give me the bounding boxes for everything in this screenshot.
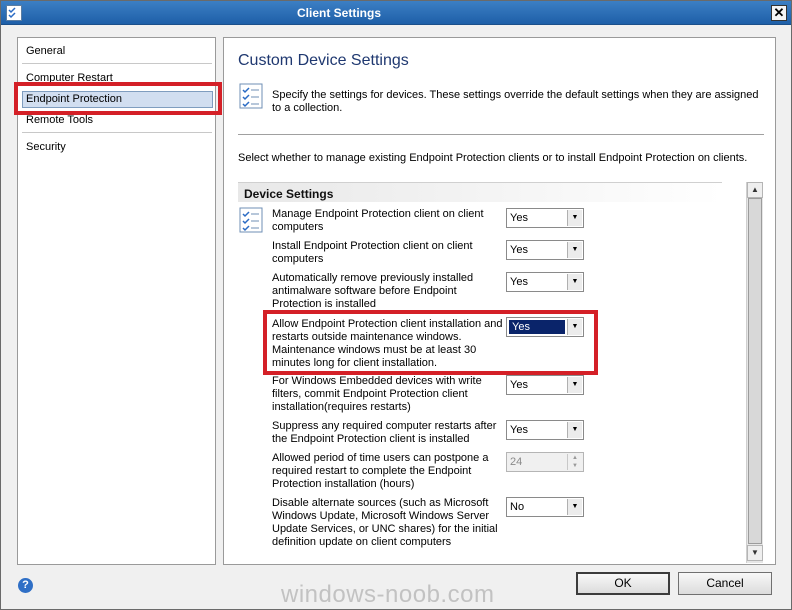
- manage-ep-client-dropdown[interactable]: Yes ▼: [506, 208, 584, 228]
- install-ep-client-dropdown[interactable]: Yes ▼: [506, 240, 584, 260]
- scroll-up-icon[interactable]: ▲: [747, 182, 763, 198]
- dropdown-value: Yes: [510, 212, 528, 224]
- remove-antimalware-dropdown[interactable]: Yes ▼: [506, 272, 584, 292]
- highlight-box-setting: [263, 310, 598, 375]
- nav-item-remote-tools[interactable]: Remote Tools: [26, 114, 93, 126]
- scroll-thumb[interactable]: [748, 198, 762, 544]
- highlight-box-nav: [14, 82, 222, 115]
- suppress-restarts-dropdown[interactable]: Yes ▼: [506, 420, 584, 440]
- chevron-down-icon[interactable]: ▼: [567, 210, 582, 226]
- chevron-down-icon[interactable]: ▼: [567, 242, 582, 258]
- page-title: Custom Device Settings: [238, 52, 409, 69]
- watermark: windows-noob.com: [281, 581, 495, 608]
- nav-item-general[interactable]: General: [26, 45, 65, 57]
- settings-doc-icon: [238, 82, 266, 110]
- windows-embedded-dropdown[interactable]: Yes ▼: [506, 375, 584, 395]
- chevron-down-icon[interactable]: ▼: [567, 422, 582, 438]
- title-bar[interactable]: Client Settings ✕: [1, 1, 791, 25]
- scroll-down-icon[interactable]: ▼: [747, 545, 763, 561]
- dropdown-value: Yes: [510, 424, 528, 436]
- dropdown-value: Yes: [510, 379, 528, 391]
- setting-label: Automatically remove previously installe…: [272, 272, 474, 310]
- cancel-button[interactable]: Cancel: [678, 572, 772, 595]
- chevron-down-icon[interactable]: ▼: [567, 377, 582, 393]
- settings-nav: General Computer Restart Endpoint Protec…: [17, 37, 216, 565]
- dropdown-value: Yes: [510, 276, 528, 288]
- stepper-value: 24: [510, 456, 523, 468]
- settings-panel: Custom Device Settings Specify the setti…: [223, 37, 776, 565]
- chevron-down-icon[interactable]: ▼: [567, 499, 582, 515]
- instruction-text: Select whether to manage existing Endpoi…: [238, 152, 748, 164]
- device-settings-icon: [238, 206, 266, 234]
- ok-button[interactable]: OK: [576, 572, 670, 595]
- setting-label: Suppress any required computer restarts …: [272, 420, 497, 445]
- dropdown-value: Yes: [510, 244, 528, 256]
- nav-separator: [22, 132, 212, 133]
- help-icon[interactable]: ?: [18, 578, 33, 593]
- nav-item-security[interactable]: Security: [26, 141, 66, 153]
- postpone-hours-stepper: 24 ▲ ▼: [506, 452, 584, 472]
- setting-label: Allowed period of time users can postpon…: [272, 452, 489, 490]
- settings-scrollbar[interactable]: ▲ ▼: [746, 182, 763, 563]
- setting-label: Disable alternate sources (such as Micro…: [272, 497, 498, 548]
- dropdown-value: No: [510, 501, 525, 513]
- disable-alternate-sources-dropdown[interactable]: No ▼: [506, 497, 584, 517]
- chevron-down-icon[interactable]: ▼: [567, 274, 582, 290]
- setting-label: For Windows Embedded devices with write …: [272, 375, 482, 413]
- divider: [238, 134, 764, 135]
- nav-separator: [22, 63, 212, 64]
- device-settings-header: Device Settings: [238, 182, 722, 202]
- window-title: Client Settings: [296, 6, 381, 20]
- intro-description: Specify the settings for devices. These …: [272, 89, 759, 114]
- client-settings-window: Client Settings ✕ General Computer Resta…: [0, 0, 792, 610]
- close-button[interactable]: ✕: [771, 5, 787, 21]
- setting-label: Install Endpoint Protection client on cl…: [272, 240, 473, 265]
- stepper-arrows-icon: ▲ ▼: [567, 454, 582, 470]
- setting-label: Manage Endpoint Protection client on cli…: [272, 208, 484, 233]
